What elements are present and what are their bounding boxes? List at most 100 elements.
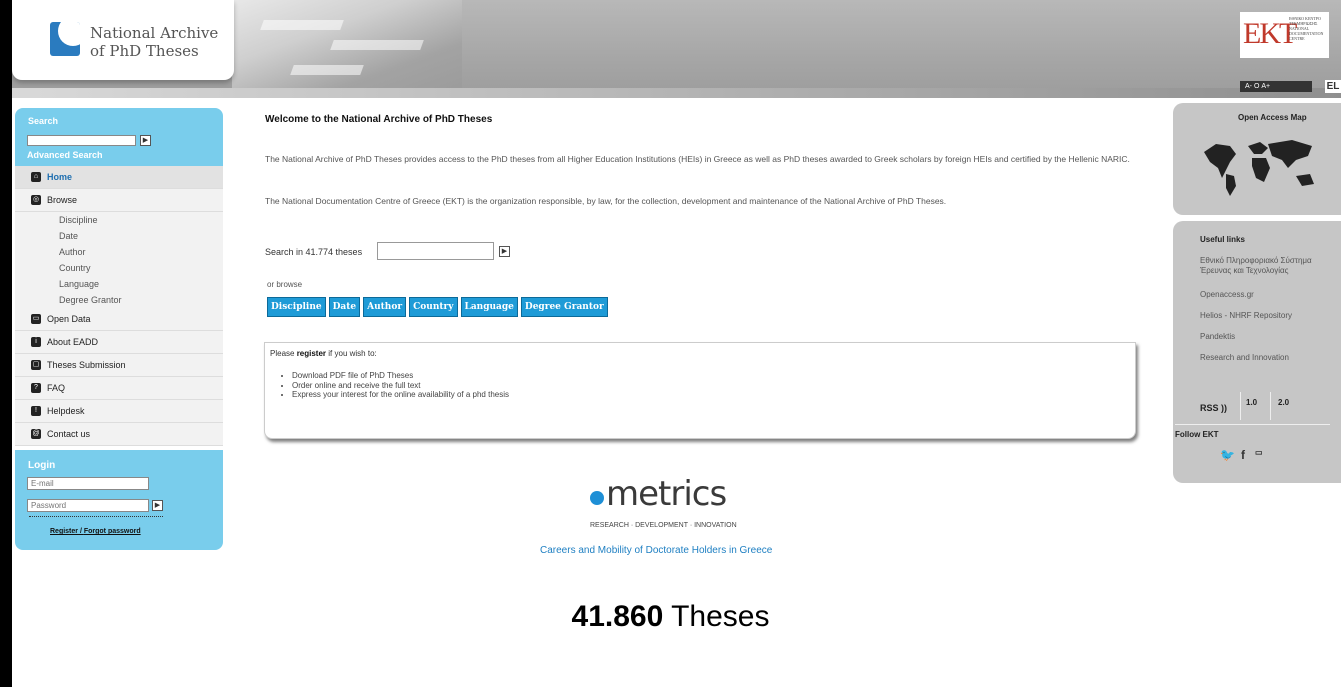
sidebar-item-label: About EADD xyxy=(47,337,99,347)
sidebar-subitem-date[interactable]: Date xyxy=(15,228,223,244)
login-submit-icon[interactable]: ▶ xyxy=(152,500,163,511)
thesis-search-go-icon[interactable]: ▶ xyxy=(499,246,510,257)
browse-country-button[interactable]: Country xyxy=(409,297,458,317)
intro-paragraph-1: The National Archive of PhD Theses provi… xyxy=(265,154,1130,164)
browse-date-button[interactable]: Date xyxy=(328,297,361,317)
language-toggle[interactable]: EL xyxy=(1325,80,1341,93)
sidebar-item-about[interactable]: i About EADD xyxy=(15,331,223,354)
register-prompt: Please register if you wish to: xyxy=(270,349,377,358)
twitter-icon[interactable]: 🐦 xyxy=(1220,448,1235,462)
browse-buttons: Discipline Date Author Country Language … xyxy=(267,297,608,317)
faq-icon: ? xyxy=(31,383,41,393)
open-data-icon: ▭ xyxy=(31,314,41,324)
rss-icon: )) xyxy=(1218,403,1228,413)
ekt-logo-text: EKT xyxy=(1243,17,1297,50)
home-icon: ⌂ xyxy=(31,172,41,182)
register-link[interactable]: Register xyxy=(50,528,78,535)
sidebar-item-label: Home xyxy=(47,172,73,182)
register-inline-link[interactable]: register xyxy=(297,349,326,358)
intro-paragraph-2: The National Documentation Centre of Gre… xyxy=(265,196,947,206)
sidebar-search-input[interactable] xyxy=(27,135,136,146)
sidebar-item-label: Helpdesk xyxy=(47,406,85,416)
useful-link-item[interactable]: Research and Innovation xyxy=(1200,353,1340,363)
ekt-logo-subtext: ΕΘΝΙΚΟ ΚΕΝΤΡΟ ΤΕΚΜΗΡΙΩΣΗΣ NATIONAL DOCUM… xyxy=(1289,16,1324,41)
rss-divider xyxy=(1240,392,1241,420)
list-item: Express your interest for the online ava… xyxy=(292,390,509,400)
login-divider xyxy=(29,516,163,517)
emetrics-link[interactable]: Careers and Mobility of Doctorate Holder… xyxy=(540,545,772,556)
site-title-line1: National Archive xyxy=(90,24,219,42)
sidebar-item-contact[interactable]: @ Contact us xyxy=(15,423,223,446)
browse-icon: ◎ xyxy=(31,195,41,205)
site-logo[interactable]: National Archive of PhD Theses xyxy=(12,0,234,80)
rss-version-2-link[interactable]: 2.0 xyxy=(1278,398,1289,407)
register-suffix: if you wish to: xyxy=(326,349,377,358)
world-map-icon[interactable] xyxy=(1196,134,1322,198)
sidebar-item-faq[interactable]: ? FAQ xyxy=(15,377,223,400)
email-field[interactable] xyxy=(27,477,149,490)
browse-discipline-button[interactable]: Discipline xyxy=(267,297,326,317)
login-title: Login xyxy=(28,460,56,471)
useful-link-item[interactable]: Εθνικό Πληροφοριακό Σύστημα Έρευνας και … xyxy=(1200,256,1340,276)
sidebar-subitem-degree-grantor[interactable]: Degree Grantor xyxy=(15,292,223,308)
login-links: Register / Forgot password xyxy=(50,528,141,535)
site-title: National Archive of PhD Theses xyxy=(90,24,218,60)
browse-degree-grantor-button[interactable]: Degree Grantor xyxy=(520,297,608,317)
register-prefix: Please xyxy=(270,349,297,358)
sidebar-item-helpdesk[interactable]: ! Helpdesk xyxy=(15,400,223,423)
follow-divider xyxy=(1175,424,1330,425)
thesis-count-number: 41.860 xyxy=(571,600,664,633)
page-title: Welcome to the National Archive of PhD T… xyxy=(265,114,493,125)
rss-feed-link[interactable]: RSS )) xyxy=(1200,403,1227,413)
thesis-count-label: Theses xyxy=(663,600,770,633)
contact-icon: @ xyxy=(31,429,41,439)
sidebar-item-label: Contact us xyxy=(47,429,91,439)
sidebar-item-theses-submission[interactable]: ▢ Theses Submission xyxy=(15,354,223,377)
sidebar-subitem-country[interactable]: Country xyxy=(15,260,223,276)
thesis-search-label: Search in 41.774 theses xyxy=(265,247,363,257)
site-title-line2: of PhD Theses xyxy=(90,42,199,60)
archive-logo-icon xyxy=(50,22,80,56)
facebook-icon[interactable]: f xyxy=(1241,448,1245,462)
emetrics-tagline: RESEARCH · DEVELOPMENT · INNOVATION xyxy=(590,522,737,529)
sidebar-item-label: Open Data xyxy=(47,314,91,324)
password-field[interactable] xyxy=(27,499,149,512)
youtube-icon[interactable]: ▭ xyxy=(1255,448,1263,457)
emetrics-logo[interactable]: metrics xyxy=(590,474,727,514)
thesis-count: 41.860 Theses xyxy=(0,600,1341,634)
emetrics-dot-icon xyxy=(590,491,604,505)
helpdesk-icon: ! xyxy=(31,406,41,416)
sidebar-item-label: FAQ xyxy=(47,383,66,393)
sidebar-item-label: Theses Submission xyxy=(47,360,126,370)
sidebar-item-open-data[interactable]: ▭ Open Data xyxy=(15,308,223,331)
open-access-title: Open Access Map xyxy=(1238,113,1307,122)
forgot-password-link[interactable]: Forgot password xyxy=(84,528,141,535)
register-benefits-list: Download PDF file of PhD Theses Order on… xyxy=(280,371,509,400)
document-icon: ▢ xyxy=(31,360,41,370)
font-size-controls[interactable]: A- Ο A+ xyxy=(1240,81,1312,92)
sidebar-item-home[interactable]: ⌂ Home xyxy=(15,166,223,189)
sidebar-subitem-author[interactable]: Author xyxy=(15,244,223,260)
useful-link-item[interactable]: Pandektis xyxy=(1200,332,1340,342)
advanced-search-link[interactable]: Advanced Search xyxy=(27,150,103,160)
follow-title: Follow EKT xyxy=(1175,430,1219,439)
info-icon: i xyxy=(31,337,41,347)
thesis-search-input[interactable] xyxy=(377,242,494,260)
sidebar-search-go-icon[interactable]: ▶ xyxy=(140,135,151,146)
rss-divider xyxy=(1270,392,1271,420)
browse-label: or browse xyxy=(267,280,303,289)
useful-link-item[interactable]: Helios - NHRF Repository xyxy=(1200,311,1340,321)
ekt-logo[interactable]: EKT ΕΘΝΙΚΟ ΚΕΝΤΡΟ ΤΕΚΜΗΡΙΩΣΗΣ NATIONAL D… xyxy=(1240,12,1329,58)
browse-author-button[interactable]: Author xyxy=(363,297,407,317)
header-bottom-band xyxy=(12,88,1341,98)
emetrics-logo-text: metrics xyxy=(606,474,727,514)
sidebar-subitem-discipline[interactable]: Discipline xyxy=(15,212,223,228)
rss-label: RSS xyxy=(1200,403,1219,413)
sidebar-subitem-language[interactable]: Language xyxy=(15,276,223,292)
browse-language-button[interactable]: Language xyxy=(460,297,518,317)
useful-link-item[interactable]: Openaccess.gr xyxy=(1200,290,1340,300)
sidebar-item-label: Browse xyxy=(47,195,78,205)
sidebar-search-label: Search xyxy=(28,116,59,126)
sidebar-item-browse[interactable]: ◎ Browse xyxy=(15,189,223,212)
rss-version-1-link[interactable]: 1.0 xyxy=(1246,398,1257,407)
